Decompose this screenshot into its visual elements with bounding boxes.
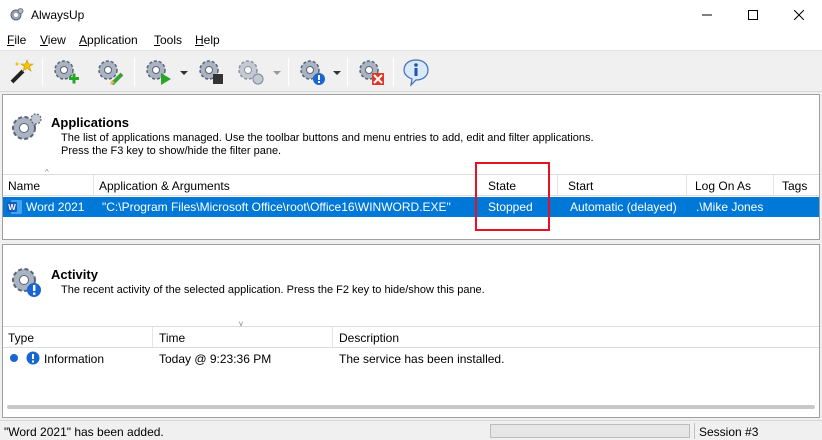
alwaysup-gear-icon [10,8,24,21]
menu-tools-label: ools [160,33,183,47]
stop-application-icon [199,60,223,84]
column-start-label: Start [568,179,594,193]
application-info-icon [300,60,325,85]
application-info-button[interactable] [295,55,329,89]
column-log-on-as-label: Log On As [695,179,752,193]
column-header-type[interactable]: Type [3,327,153,347]
remove-application-button[interactable] [354,55,388,89]
status-message: "Word 2021" has been added. [4,425,164,439]
status-separator [694,423,695,439]
column-description-label: Description [339,331,400,345]
column-header-description[interactable]: Description [333,327,819,347]
window-title: AlwaysUp [31,8,85,22]
restart-application-icon [238,60,264,85]
row-name: Word 2021 [26,200,85,214]
column-name-label: Name [8,179,41,193]
column-header-time[interactable]: v Time [153,319,333,347]
toolbar-separator [42,58,43,86]
minimize-button[interactable] [684,0,730,30]
menu-bar: File View Application Tools Help [0,30,822,51]
sort-ascending-icon: ^ [45,168,49,177]
applications-pane: Applications The list of applications ma… [2,94,820,240]
column-header-tags[interactable]: Tags [774,175,819,195]
menu-view[interactable]: View [40,33,66,47]
info-dropdown-arrow-icon[interactable] [333,69,341,77]
title-bar: AlwaysUp [0,0,822,30]
applications-desc-line1: The list of applications managed. Use th… [61,132,594,144]
menu-help-accel: H [195,33,204,47]
toolbar-separator [393,58,394,86]
toolbar-separator [288,58,289,86]
menu-application[interactable]: Application [79,33,138,47]
toolbar [0,52,822,92]
minimize-icon [702,14,712,16]
information-icon [26,351,40,365]
edit-application-button[interactable] [93,55,127,89]
applications-desc-line2: Press the F3 key to show/hide the filter… [61,145,282,157]
column-header-application-arguments[interactable]: Application & Arguments [94,175,476,195]
wizard-wand-icon [10,59,34,84]
activity-desc: The recent activity of the selected appl… [61,284,485,296]
applications-title: Applications [51,115,130,130]
activity-pane: Activity The recent activity of the sele… [2,244,820,418]
wizard-button[interactable] [4,55,38,89]
edit-application-icon [98,60,124,86]
activity-description: The service has been installed. [339,352,505,366]
bullet-dot-icon [10,354,18,362]
add-application-button[interactable] [49,55,83,89]
column-header-start[interactable]: Start [558,175,687,195]
table-row[interactable]: W Word 2021 "C:\Program Files\Microsoft … [3,197,819,217]
column-time-label: Time [159,331,186,345]
state-highlight-box [475,162,550,231]
status-progress-bar [490,424,690,438]
start-application-icon [146,60,171,85]
column-application-arguments-label: Application & Arguments [99,179,230,193]
applications-column-header: ^ Name Application & Arguments State Sta… [3,168,819,196]
column-tags-label: Tags [782,179,808,193]
column-header-log-on-as[interactable]: Log On As [687,175,774,195]
row-app-args: "C:\Program Files\Microsoft Office\root\… [102,200,451,214]
close-button[interactable] [776,0,822,30]
activity-column-header: Type v Time Description [3,319,819,348]
start-application-button[interactable] [141,55,175,89]
toolbar-separator [347,58,348,86]
maximize-icon [748,10,758,20]
column-header-name[interactable]: ^ Name [3,168,94,195]
menu-view-label: iew [47,33,66,47]
menu-tools[interactable]: Tools [154,33,182,47]
activity-type: Information [44,352,105,366]
menu-view-accel: V [40,33,48,47]
row-log-on-as: .\Mike Jones [696,200,764,214]
applications-gear-icon [12,113,42,140]
svg-text:W: W [8,203,16,212]
row-start: Automatic (delayed) [570,200,677,214]
close-icon [794,10,804,20]
remove-application-icon [359,60,384,85]
menu-help[interactable]: Help [195,33,220,47]
menu-application-label: pplication [87,33,138,47]
add-application-icon [54,60,79,84]
menu-application-accel: A [79,33,88,47]
status-bar: "Word 2021" has been added. Session #3 [0,420,822,440]
column-type-label: Type [8,331,35,345]
status-session: Session #3 [699,425,759,439]
menu-help-label: elp [203,33,220,47]
activity-time: Today @ 9:23:36 PM [159,352,272,366]
activity-title: Activity [51,267,98,282]
stop-application-button[interactable] [194,55,228,89]
activity-row[interactable]: Information Today @ 9:23:36 PM The servi… [3,349,819,369]
maximize-button[interactable] [730,0,776,30]
menu-file[interactable]: File [7,33,26,47]
restart-dropdown-arrow-icon[interactable] [273,69,281,77]
horizontal-scrollbar[interactable] [7,405,815,409]
start-dropdown-arrow-icon[interactable] [180,69,188,77]
menu-file-label: ile [14,33,27,47]
sort-descending-icon: v [239,319,243,328]
activity-gear-info-icon [12,268,41,297]
toolbar-separator [134,58,135,86]
restart-application-button[interactable] [233,55,267,89]
word-app-icon: W [7,200,22,214]
about-button[interactable] [399,55,433,89]
about-icon [403,59,429,87]
